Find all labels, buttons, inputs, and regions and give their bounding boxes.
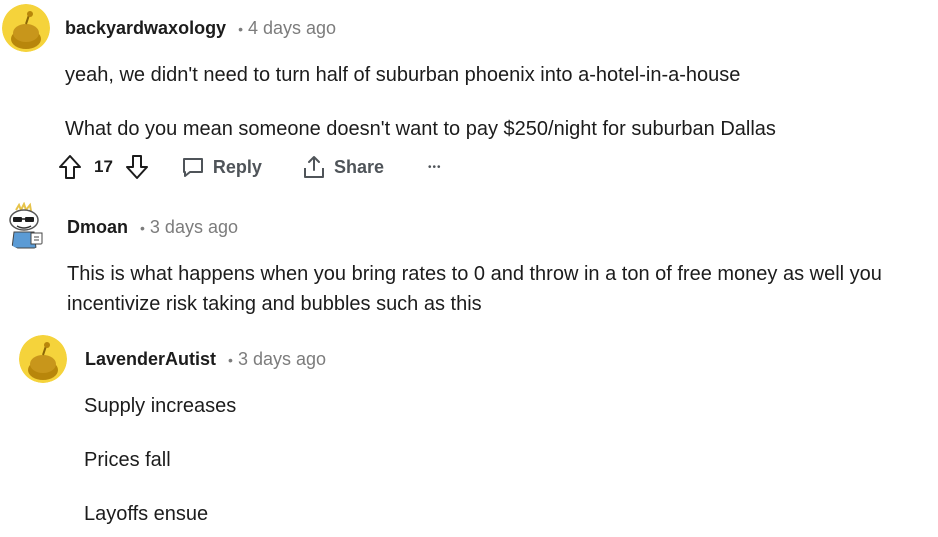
comment-actions: 17 Reply Share ••• xyxy=(58,152,442,182)
comment-paragraph: incentivize risk taking and bubbles such… xyxy=(67,293,482,315)
separator-dot: • xyxy=(238,20,243,37)
comment-header: Dmoan • 3 days ago xyxy=(67,217,238,238)
reply-label: Reply xyxy=(212,156,262,177)
comment-header: backyardwaxology • 4 days ago xyxy=(65,18,336,39)
comment-paragraph: What do you mean someone doesn't want to… xyxy=(65,118,776,140)
share-button[interactable]: Share xyxy=(302,154,384,180)
comment-paragraph: yeah, we didn't need to turn half of sub… xyxy=(65,64,741,86)
comment-header: LavenderAutist • 3 days ago xyxy=(85,349,326,370)
comment-bubble-icon xyxy=(182,158,203,177)
more-options-icon[interactable]: ••• xyxy=(428,162,442,173)
share-label: Share xyxy=(333,156,384,177)
comment-paragraph: Prices fall xyxy=(84,449,171,471)
share-icon xyxy=(303,156,324,178)
reply-button[interactable]: Reply xyxy=(181,155,262,179)
comment-paragraph: Layoffs ensue xyxy=(84,503,209,525)
separator-dot: • xyxy=(228,351,233,368)
avatar[interactable] xyxy=(2,4,50,52)
timestamp[interactable]: 4 days ago xyxy=(248,18,336,39)
comment-paragraph: This is what happens when you bring rate… xyxy=(67,263,882,285)
upvote-icon[interactable] xyxy=(58,154,82,180)
avatar[interactable] xyxy=(2,202,50,250)
username[interactable]: LavenderAutist xyxy=(85,349,216,370)
username[interactable]: Dmoan xyxy=(67,217,128,238)
timestamp[interactable]: 3 days ago xyxy=(238,349,326,370)
downvote-icon[interactable] xyxy=(125,154,149,180)
username[interactable]: backyardwaxology xyxy=(65,18,226,39)
snoo-avatar-icon xyxy=(2,4,50,52)
snoo-sunglasses-avatar-icon xyxy=(9,202,43,249)
snoo-avatar-icon xyxy=(19,335,67,383)
timestamp[interactable]: 3 days ago xyxy=(150,217,238,238)
separator-dot: • xyxy=(140,219,145,236)
vote-count: 17 xyxy=(94,157,113,176)
avatar[interactable] xyxy=(19,335,67,383)
comment-paragraph: Supply increases xyxy=(84,395,237,417)
